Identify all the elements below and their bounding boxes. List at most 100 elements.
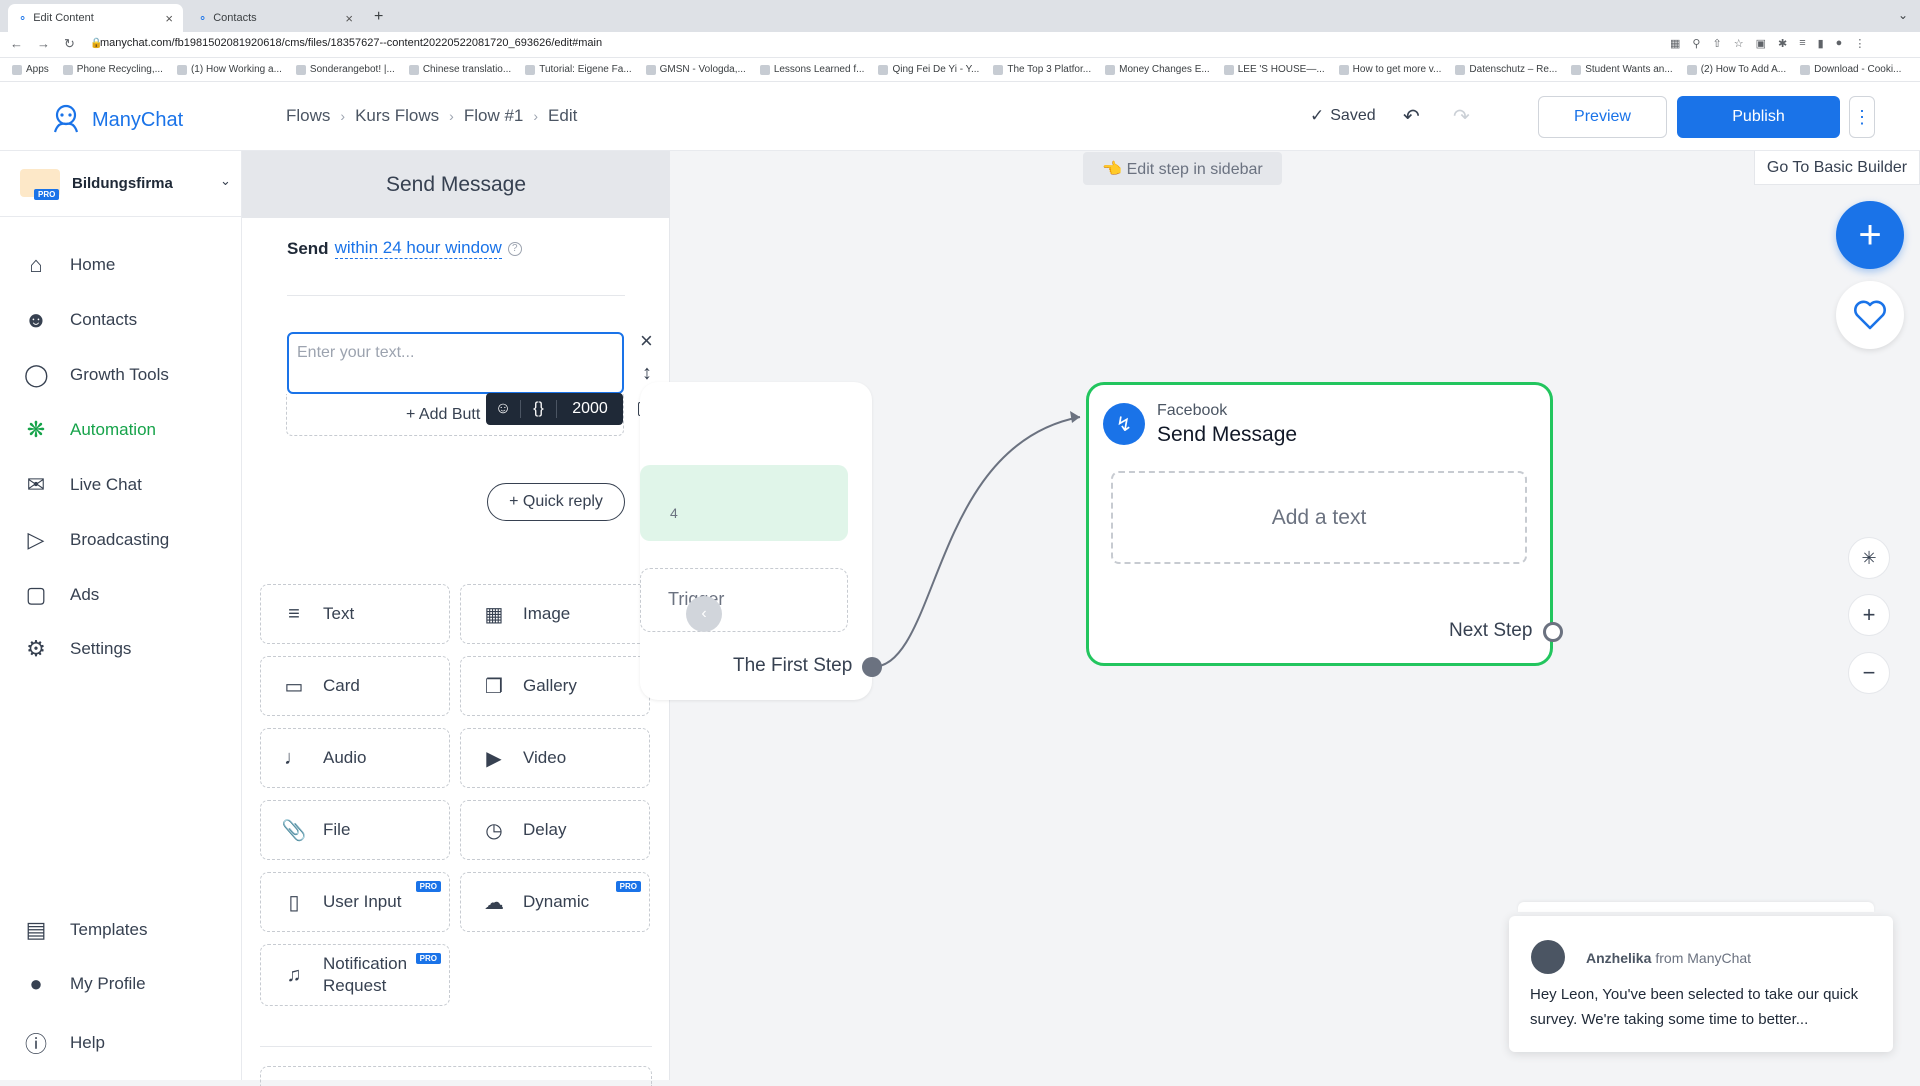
start-node[interactable] [640,382,872,700]
star-icon[interactable]: ☆ [1734,37,1744,50]
zoom-out-icon[interactable]: − [1848,652,1890,694]
bookmark-icon [295,64,306,75]
reload-icon[interactable]: ↻ [64,36,75,52]
bookmark-item[interactable]: The Top 3 Platfor... [993,64,1091,75]
undo-icon[interactable]: ↶ [1403,104,1420,129]
more-options-icon[interactable]: ⋮ [1849,96,1875,138]
bookmark-item[interactable]: (1) How Working a... [176,64,282,75]
bookmark-item[interactable]: How to get more v... [1338,64,1442,75]
bookmark-item[interactable]: Sonderangebot! |... [295,64,395,75]
bookmark-item[interactable]: (2) How To Add A... [1686,64,1786,75]
sidebar-item-broadcasting[interactable]: ▷ Broadcasting [24,527,170,553]
add-text-placeholder[interactable]: Add a text [1111,471,1527,564]
bookmark-item[interactable]: Lessons Learned f... [759,64,864,75]
block-user-input[interactable]: ▯ User Input PRO [260,872,450,932]
breadcrumb-kurs-flows[interactable]: Kurs Flows [355,106,439,126]
bookmark-item[interactable]: Datenschutz – Re... [1455,64,1557,75]
sidebar-item-templates[interactable]: ▤ Templates [24,917,148,943]
bookmark-item[interactable]: Money Changes E... [1105,64,1210,75]
bookmark-item[interactable]: GMSN - Vologda,... [645,64,746,75]
puzzle-icon[interactable]: ✱ [1778,37,1787,50]
block-dynamic[interactable]: ☁ Dynamic PRO [460,872,650,932]
chevron-right-icon: › [340,108,346,124]
block-gallery[interactable]: ❐ Gallery [460,656,650,716]
breadcrumb-flow[interactable]: Flow #1 [464,106,524,126]
chevron-down-icon[interactable]: ⌄ [1898,8,1908,22]
variables-icon[interactable]: {} [520,400,556,418]
bookmark-item[interactable]: Student Wants an... [1571,64,1673,75]
reading-list-icon[interactable]: ≡ [1799,37,1805,50]
bookmark-item[interactable]: Download - Cooki... [1800,64,1901,75]
translate-icon[interactable]: ▦ [1670,37,1680,50]
text-message-input[interactable]: Enter your text... [287,332,624,394]
sidebar-item-ads[interactable]: ▢ Ads [24,582,100,608]
block-text[interactable]: ≡ Text [260,584,450,644]
block-image[interactable]: ▦ Image [460,584,650,644]
send-window-row: Send within 24 hour window ? [287,238,522,259]
account-switcher[interactable]: PRO Bildungsfirma ⌄ [0,151,242,217]
basic-builder-button[interactable]: Go To Basic Builder [1754,151,1920,185]
next-step-connector[interactable] [1543,622,1563,642]
close-icon[interactable]: × [640,328,653,354]
block-video[interactable]: ▶ Video [460,728,650,788]
block-file[interactable]: 📎 File [260,800,450,860]
new-tab-icon[interactable]: + [374,8,383,26]
heart-icon[interactable] [1836,281,1904,349]
emoji-icon[interactable]: ☺ [486,400,520,418]
redo-icon[interactable]: ↷ [1453,104,1470,129]
broadcast-icon: ▷ [27,527,45,552]
magic-wand-icon[interactable]: ✳ [1848,537,1890,579]
growth-tools-icon: ◯ [24,362,49,387]
breadcrumb-flows[interactable]: Flows [286,106,330,126]
chat-popup[interactable]: Anzhelika from ManyChat Hey Leon, You've… [1509,916,1893,1052]
block-delay[interactable]: ◷ Delay [460,800,650,860]
bookmark-item[interactable]: Phone Recycling,... [62,64,163,75]
check-icon: ✓ [1310,106,1325,125]
block-audio[interactable]: ♩ Audio [260,728,450,788]
resize-vertical-icon[interactable]: ↕ [642,362,652,385]
add-step-button[interactable]: + [1836,201,1904,269]
bookmark-label: How to get more v... [1352,64,1442,75]
publish-button[interactable]: Publish [1677,96,1840,138]
preview-button[interactable]: Preview [1538,96,1667,138]
profile-icon[interactable]: ● [1836,37,1843,50]
send-window-link[interactable]: within 24 hour window [334,238,502,259]
sidebar-item-home[interactable]: ⌂ Home [24,252,115,278]
extension-icon[interactable]: ▣ [1756,37,1766,50]
sidebar-item-help[interactable]: ⓘ Help [24,1027,105,1059]
clock-icon: ◷ [485,819,503,842]
quick-reply-button[interactable]: + Quick reply [487,483,625,521]
share-icon[interactable]: ⇧ [1712,37,1721,50]
sidebar-item-my-profile[interactable]: ● My Profile [24,971,145,997]
bookmark-item[interactable]: Apps [12,64,49,75]
block-card[interactable]: ▭ Card [260,656,450,716]
url-field[interactable]: manychat.com/fb198150208192061​8/cms/fil… [100,37,602,49]
zoom-in-icon[interactable]: + [1848,594,1890,636]
help-icon[interactable]: ? [507,241,522,256]
zoom-icon[interactable]: ⚲ [1692,37,1700,50]
bookmark-item[interactable]: Qing Fei De Yi - Y... [878,64,979,75]
chevron-left-icon[interactable]: ‹ [686,596,722,632]
tab-contacts[interactable]: ⚬ Contacts × [188,4,363,32]
sidebar-item-settings[interactable]: ⚙ Settings [24,636,131,662]
new-trigger-slot[interactable]: Trigger [640,568,848,632]
sidepanel-icon[interactable]: ▮ [1818,37,1824,50]
close-icon[interactable]: × [165,11,173,26]
forward-icon[interactable]: → [37,36,50,52]
start-node-keyword[interactable]: 4 [640,465,848,541]
block-notification-request[interactable]: ♫ Notification Request PRO [260,944,450,1006]
manychat-logo[interactable]: ManyChat [48,102,183,138]
sidebar-item-growth-tools[interactable]: ◯ Growth Tools [24,362,169,388]
tab-edit-content[interactable]: ⚬ Edit Content × [8,4,183,32]
chat-message: Hey Leon, You've been selected to take o… [1530,986,1859,1028]
sidebar-item-automation[interactable]: ❋ Automation [24,417,156,443]
menu-icon[interactable]: ⋮ [1854,37,1865,50]
bookmark-item[interactable]: Chinese translatio... [408,64,511,75]
back-icon[interactable]: ← [10,36,23,52]
sidebar-item-live-chat[interactable]: ✉ Live Chat [24,472,142,498]
sidebar-item-contacts[interactable]: ☻ Contacts [24,307,137,333]
close-icon[interactable]: × [345,11,353,26]
bookmark-item[interactable]: Tutorial: Eigene Fa... [525,64,632,75]
bookmark-item[interactable]: LEE 'S HOUSE—... [1223,64,1325,75]
bookmark-label: The Top 3 Platfor... [1007,64,1092,75]
